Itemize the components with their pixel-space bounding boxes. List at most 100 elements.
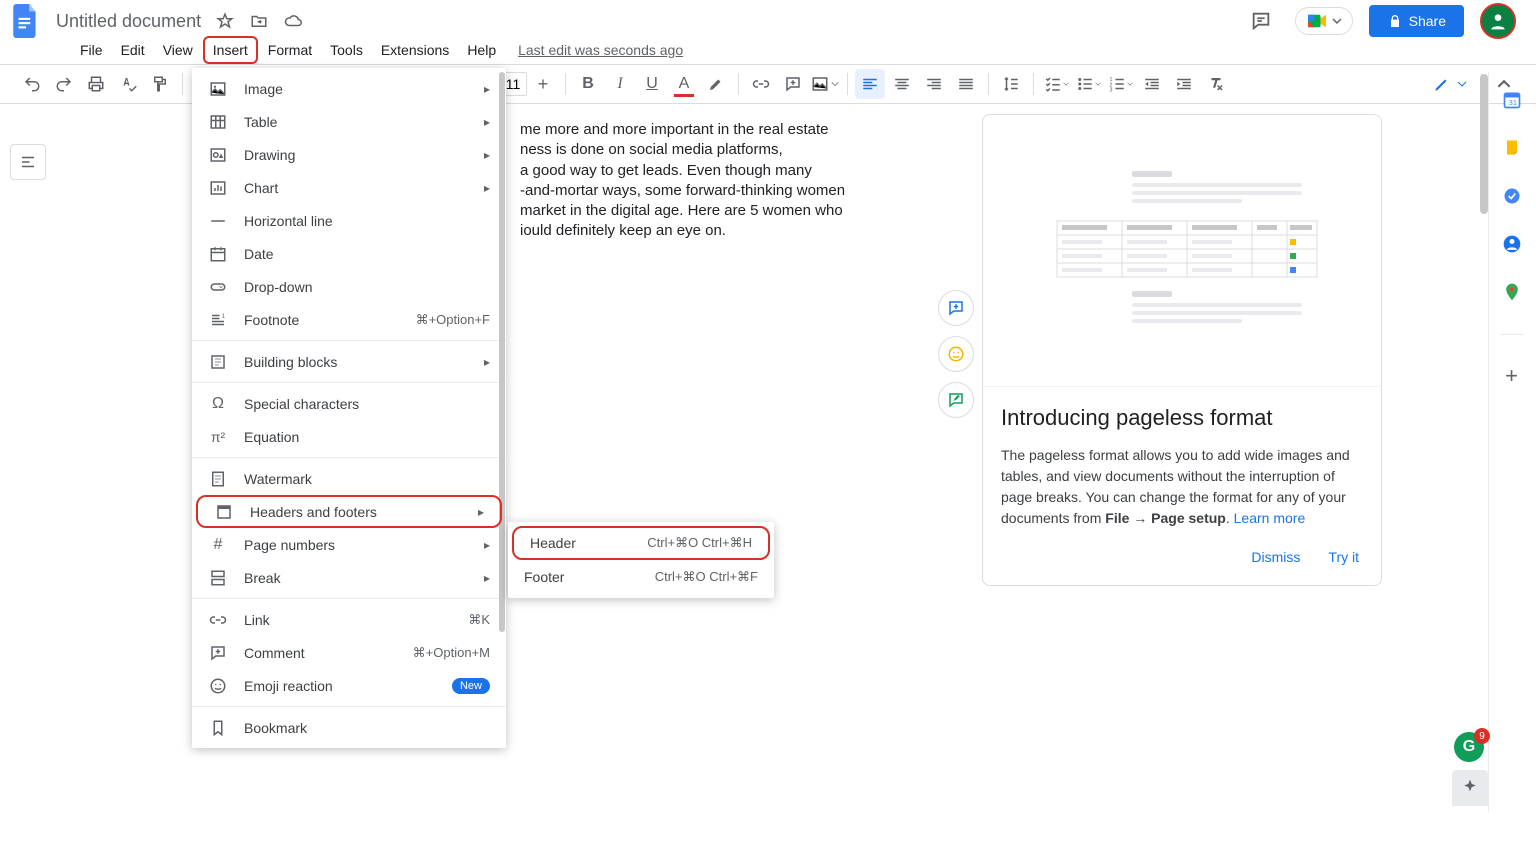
insert-special-chars[interactable]: ΩSpecial characters: [192, 387, 506, 420]
get-addons-button[interactable]: +: [1505, 363, 1518, 389]
align-justify-button[interactable]: [951, 69, 981, 99]
redo-button[interactable]: [49, 69, 79, 99]
pageless-dismiss[interactable]: Dismiss: [1251, 549, 1300, 565]
document-body[interactable]: me more and more important in the real e…: [520, 120, 960, 242]
document-outline-button[interactable]: [10, 144, 46, 180]
submenu-footer[interactable]: FooterCtrl+⌘O Ctrl+⌘F: [508, 560, 774, 594]
contacts-addon-icon[interactable]: [1502, 234, 1522, 254]
suggest-edit-bubble[interactable]: [938, 382, 974, 418]
numbered-list-button[interactable]: 123: [1105, 69, 1135, 99]
pageless-illustration: [983, 115, 1381, 387]
line-spacing-button[interactable]: [996, 69, 1026, 99]
add-comment-button[interactable]: [778, 69, 808, 99]
watermark-icon: [208, 470, 228, 488]
keep-addon-icon[interactable]: [1502, 138, 1522, 158]
menu-help[interactable]: Help: [459, 38, 504, 62]
spellcheck-button[interactable]: [113, 69, 143, 99]
editing-mode-button[interactable]: [1425, 71, 1475, 97]
text-color-button[interactable]: A: [669, 69, 699, 99]
break-icon: [208, 569, 228, 587]
align-right-button[interactable]: [919, 69, 949, 99]
link-button[interactable]: [746, 69, 776, 99]
align-center-button[interactable]: [887, 69, 917, 99]
dropdown-scrollbar[interactable]: [499, 72, 505, 632]
meet-icon: [1306, 12, 1328, 30]
chart-icon: [208, 179, 228, 197]
indent-decrease-button[interactable]: [1137, 69, 1167, 99]
caret-down-icon: [1332, 16, 1342, 26]
insert-bookmark[interactable]: Bookmark: [192, 711, 506, 744]
menu-format[interactable]: Format: [260, 38, 320, 62]
insert-link[interactable]: Link⌘K: [192, 603, 506, 636]
underline-button[interactable]: U: [637, 69, 667, 99]
main-scrollbar[interactable]: [1480, 74, 1488, 214]
insert-headers-footers[interactable]: Headers and footers▸: [196, 495, 502, 528]
equation-icon: π²: [208, 429, 228, 445]
date-icon: [208, 245, 228, 263]
move-icon[interactable]: [249, 11, 269, 31]
pageless-try-it[interactable]: Try it: [1328, 549, 1359, 565]
insert-drawing[interactable]: Drawing▸: [192, 138, 506, 171]
highlight-button[interactable]: [701, 69, 731, 99]
svg-text:1: 1: [222, 313, 226, 319]
explore-button[interactable]: [1452, 770, 1488, 806]
menu-edit[interactable]: Edit: [113, 38, 153, 62]
menu-tools[interactable]: Tools: [322, 38, 371, 62]
doc-line: iould definitely keep an eye on.: [520, 222, 726, 239]
font-size-inc[interactable]: +: [528, 69, 558, 99]
menu-view[interactable]: View: [155, 38, 201, 62]
italic-button[interactable]: I: [605, 69, 635, 99]
footnote-icon: 1: [208, 311, 228, 329]
add-comment-bubble[interactable]: [938, 290, 974, 326]
maps-addon-icon[interactable]: [1502, 282, 1522, 302]
undo-button[interactable]: [17, 69, 47, 99]
header-footer-icon: [214, 503, 234, 521]
insert-page-numbers[interactable]: #Page numbers▸: [192, 528, 506, 561]
clear-formatting-button[interactable]: [1201, 69, 1231, 99]
paint-format-button[interactable]: [145, 69, 175, 99]
insert-building-blocks[interactable]: Building blocks▸: [192, 345, 506, 378]
insert-horizontal-line[interactable]: Horizontal line: [192, 204, 506, 237]
last-edit-link[interactable]: Last edit was seconds ago: [518, 42, 683, 58]
share-button[interactable]: Share: [1369, 5, 1464, 37]
bulleted-list-button[interactable]: [1073, 69, 1103, 99]
docs-logo[interactable]: [8, 3, 44, 39]
insert-watermark[interactable]: Watermark: [192, 462, 506, 495]
insert-chart[interactable]: Chart▸: [192, 171, 506, 204]
indent-increase-button[interactable]: [1169, 69, 1199, 99]
table-icon: [208, 113, 228, 131]
insert-comment[interactable]: Comment⌘+Option+M: [192, 636, 506, 669]
insert-image[interactable]: Image▸: [192, 72, 506, 105]
star-icon[interactable]: [215, 11, 235, 31]
document-title[interactable]: Untitled document: [56, 11, 201, 32]
insert-footnote[interactable]: 1Footnote⌘+Option+F: [192, 303, 506, 336]
insert-dropdown-item[interactable]: Drop-down: [192, 270, 506, 303]
menu-insert[interactable]: Insert: [203, 36, 258, 64]
insert-emoji[interactable]: Emoji reactionNew: [192, 669, 506, 702]
insert-equation[interactable]: π²Equation: [192, 420, 506, 453]
dropdown-icon: [208, 278, 228, 296]
svg-text:31: 31: [1508, 98, 1516, 107]
cloud-icon[interactable]: [283, 11, 303, 31]
menu-extensions[interactable]: Extensions: [373, 38, 457, 62]
pageless-learn-more[interactable]: Learn more: [1234, 510, 1306, 526]
checklist-button[interactable]: [1041, 69, 1071, 99]
insert-table[interactable]: Table▸: [192, 105, 506, 138]
comment-history-icon[interactable]: [1243, 3, 1279, 39]
insert-break[interactable]: Break▸: [192, 561, 506, 594]
grammarly-count-badge: 9: [1474, 728, 1490, 744]
menu-file[interactable]: File: [72, 38, 111, 62]
submenu-header[interactable]: HeaderCtrl+⌘O Ctrl+⌘H: [512, 526, 770, 560]
rail-divider: [1500, 334, 1524, 335]
account-avatar[interactable]: [1480, 3, 1516, 39]
meet-button[interactable]: [1295, 7, 1353, 35]
add-emoji-bubble[interactable]: [938, 336, 974, 372]
pageless-body: The pageless format allows you to add wi…: [1001, 445, 1363, 529]
tasks-addon-icon[interactable]: [1502, 186, 1522, 206]
bold-button[interactable]: B: [573, 69, 603, 99]
calendar-addon-icon[interactable]: 31: [1502, 90, 1522, 110]
insert-image-button[interactable]: [810, 69, 840, 99]
print-button[interactable]: [81, 69, 111, 99]
insert-date[interactable]: Date: [192, 237, 506, 270]
align-left-button[interactable]: [855, 69, 885, 99]
